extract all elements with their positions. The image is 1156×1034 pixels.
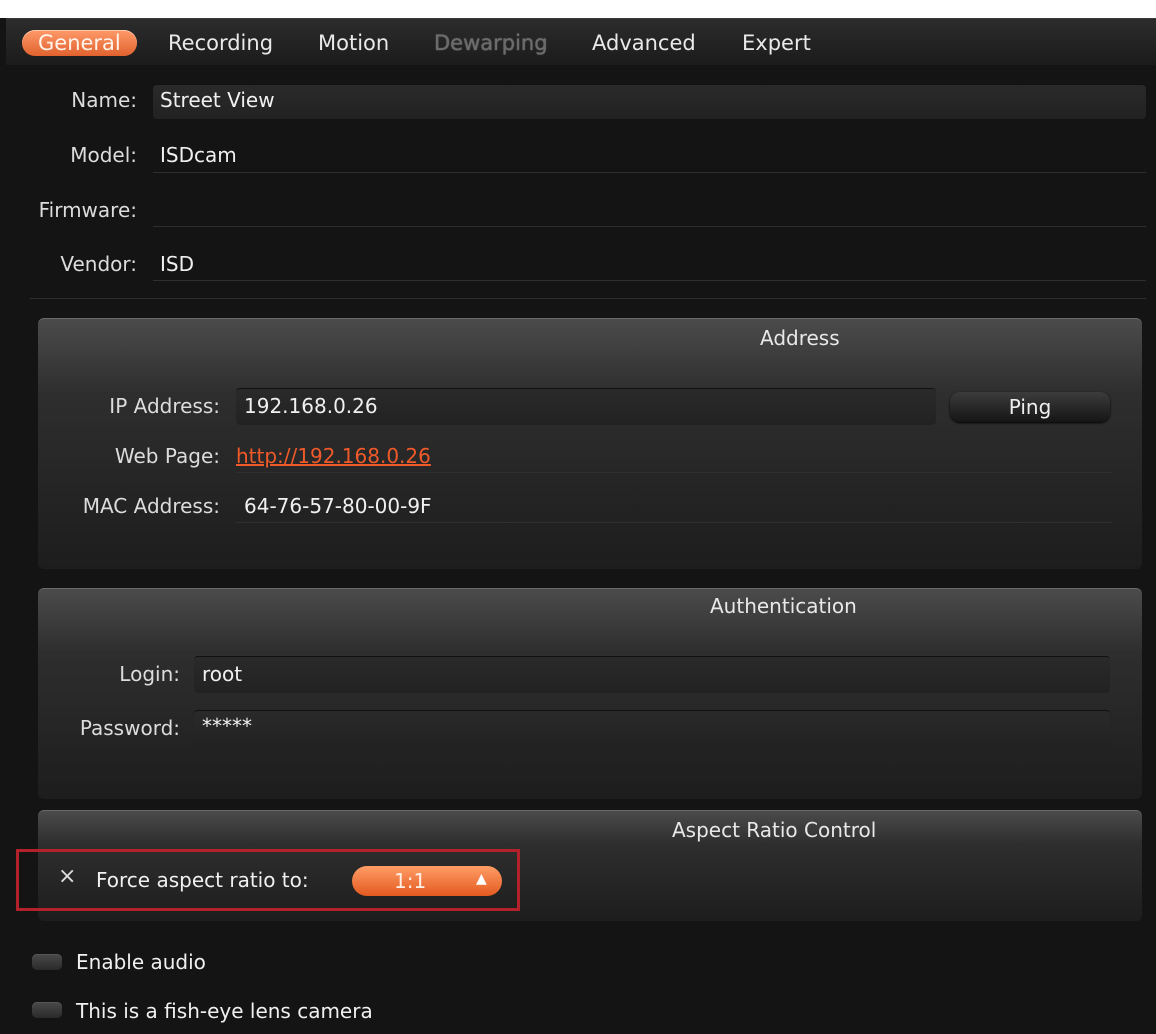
force-aspect-label: Force aspect ratio to: — [96, 868, 309, 892]
ping-button[interactable]: Ping — [950, 392, 1110, 422]
mac-address-value: 64-76-57-80-00-9F — [244, 494, 432, 518]
password-field-bg — [194, 710, 1110, 747]
fisheye-checkbox[interactable] — [32, 1002, 62, 1018]
web-page-label: Web Page: — [114, 444, 220, 468]
authentication-title: Authentication — [710, 594, 857, 618]
password-input[interactable]: ***** — [202, 714, 252, 738]
divider — [153, 172, 1146, 173]
name-label: Name: — [71, 88, 137, 112]
tab-general[interactable]: General — [22, 30, 137, 56]
aspect-ratio-title: Aspect Ratio Control — [672, 818, 877, 842]
login-field-bg — [194, 656, 1110, 693]
password-label: Password: — [79, 716, 180, 740]
vendor-label: Vendor: — [60, 252, 137, 276]
divider — [153, 280, 1146, 281]
aspect-ratio-value: 1:1 — [394, 869, 427, 893]
firmware-label: Firmware: — [38, 198, 137, 222]
enable-audio-checkbox[interactable] — [32, 954, 62, 970]
model-label: Model: — [70, 143, 137, 167]
fisheye-label: This is a fish-eye lens camera — [76, 999, 373, 1023]
web-page-link[interactable]: http://192.168.0.26 — [236, 444, 431, 468]
ip-address-input[interactable]: 192.168.0.26 — [244, 394, 378, 418]
name-field-bg — [153, 84, 1146, 119]
enable-audio-label: Enable audio — [76, 950, 206, 974]
divider — [30, 298, 1146, 299]
name-input[interactable]: Street View — [160, 88, 275, 112]
aspect-ratio-select[interactable]: 1:1 ▲ — [352, 866, 502, 896]
ip-address-label: IP Address: — [109, 394, 220, 418]
tab-motion[interactable]: Motion — [318, 30, 389, 56]
vendor-value: ISD — [160, 252, 194, 276]
divider — [236, 522, 1112, 523]
divider — [236, 472, 1112, 473]
tab-dewarping: Dewarping — [434, 31, 548, 55]
tab-expert[interactable]: Expert — [742, 30, 811, 56]
tab-advanced[interactable]: Advanced — [592, 30, 696, 56]
chevron-up-icon: ▲ — [476, 871, 487, 887]
login-input[interactable]: root — [202, 662, 242, 686]
divider — [153, 226, 1146, 227]
tab-recording[interactable]: Recording — [168, 30, 273, 56]
model-value: ISDcam — [160, 143, 237, 167]
login-label: Login: — [119, 662, 180, 686]
tab-bar: General Recording Motion Dewarping Advan… — [6, 18, 1156, 65]
mac-address-label: MAC Address: — [82, 494, 220, 518]
force-aspect-checkbox[interactable]: × — [58, 864, 76, 889]
window-top-edge — [0, 0, 1156, 18]
authentication-panel — [38, 588, 1142, 799]
address-title: Address — [760, 326, 840, 350]
